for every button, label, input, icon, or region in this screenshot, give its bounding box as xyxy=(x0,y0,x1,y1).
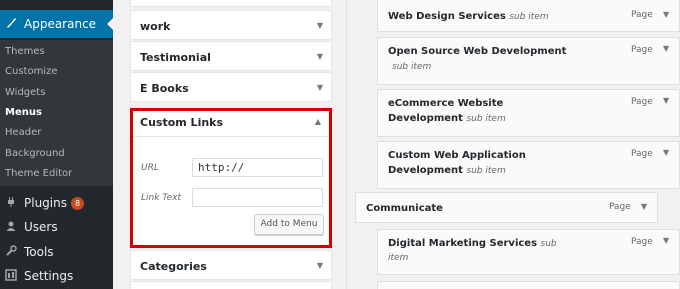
menu-item-title: Open Source Web Development xyxy=(388,46,567,57)
triangle-down-icon[interactable]: ▼ xyxy=(641,202,647,211)
triangle-down-icon[interactable]: ▼ xyxy=(663,96,669,105)
menu-settings-label: Settings xyxy=(24,269,74,283)
triangle-down-icon[interactable]: ▼ xyxy=(317,21,323,30)
submenu-widgets[interactable]: Widgets xyxy=(5,87,45,98)
menu-appearance-label: Appearance xyxy=(24,17,97,31)
panel-categories[interactable]: Categories ▼ xyxy=(130,250,332,280)
triangle-down-icon[interactable]: ▼ xyxy=(663,148,669,157)
menu-item-open-source-web-development[interactable]: Open Source Web Development sub item Pag… xyxy=(377,37,680,85)
triangle-up-icon[interactable]: ▲ xyxy=(315,117,321,126)
panel-categories-title: Categories xyxy=(140,260,207,273)
plugins-update-count-badge: 8 xyxy=(70,196,84,210)
panel-ebooks[interactable]: E Books ▼ xyxy=(130,72,332,102)
submenu-header[interactable]: Header xyxy=(5,127,41,138)
panel-work-title: work xyxy=(140,20,171,33)
menu-item-title-text: Web Design Services xyxy=(388,11,506,22)
admin-sidebar: Appearance Themes Customize Widgets Menu… xyxy=(0,0,113,289)
add-to-menu-button[interactable]: Add to Menu xyxy=(254,214,324,235)
link-text-input[interactable] xyxy=(192,188,323,207)
menu-item-next-fragment[interactable] xyxy=(377,281,680,289)
menu-item-sub-label: sub item xyxy=(466,114,506,124)
triangle-down-icon[interactable]: ▼ xyxy=(663,10,669,19)
panel-ebooks-title: E Books xyxy=(140,82,189,95)
submenu-theme-editor[interactable]: Theme Editor xyxy=(5,168,72,179)
panel-work[interactable]: work ▼ xyxy=(130,10,332,40)
triangle-down-icon[interactable]: ▼ xyxy=(663,44,669,53)
panel-testimonial-title: Testimonial xyxy=(140,51,211,64)
menu-item-type: Page xyxy=(609,202,631,212)
submenu-themes[interactable]: Themes xyxy=(5,46,45,57)
menu-item-sub-label: sub item xyxy=(392,62,432,72)
triangle-down-icon[interactable]: ▼ xyxy=(663,236,669,245)
menu-item-ecommerce-website-development[interactable]: eCommerce Website Development sub item P… xyxy=(377,89,680,137)
menu-tools-label: Tools xyxy=(24,245,54,259)
menu-item-web-design-services[interactable]: Web Design Services sub item Page ▼ xyxy=(377,0,680,32)
menu-item-type: Page xyxy=(631,149,653,159)
menu-item-title-line1: Custom Web Application xyxy=(388,150,526,161)
panel-custom-links[interactable]: Custom Links ▲ URL http:// Link Text Add… xyxy=(130,108,332,248)
menu-item-title-text: Digital Marketing Services xyxy=(388,238,538,249)
settings-icon xyxy=(0,268,22,284)
appearance-submenu: Themes Customize Widgets Menus Header Ba… xyxy=(0,40,113,186)
column-divider xyxy=(346,0,347,289)
triangle-down-icon[interactable]: ▼ xyxy=(317,261,323,270)
submenu-background[interactable]: Background xyxy=(5,148,65,159)
link-text-label: Link Text xyxy=(141,193,182,203)
menu-item-title-line1: eCommerce Website xyxy=(388,98,504,109)
panel-above-fragment xyxy=(130,0,332,7)
paintbrush-icon xyxy=(0,17,22,32)
submenu-menus[interactable]: Menus xyxy=(5,107,42,118)
wrench-icon xyxy=(0,244,22,260)
plug-icon xyxy=(0,196,22,211)
menu-item-title-line2: Development xyxy=(388,165,463,176)
menu-item-title-line2: Development xyxy=(388,113,463,124)
menu-item-type: Page xyxy=(631,45,653,55)
triangle-down-icon[interactable]: ▼ xyxy=(317,52,323,61)
menu-item-communicate[interactable]: Communicate Page ▼ xyxy=(355,192,658,223)
menu-item-title: Communicate xyxy=(366,203,443,214)
url-input[interactable]: http:// xyxy=(192,158,323,177)
triangle-down-icon[interactable]: ▼ xyxy=(317,83,323,92)
user-icon xyxy=(0,220,22,235)
menu-item-title: Digital Marketing Services sub xyxy=(388,236,557,252)
menu-settings[interactable]: Settings xyxy=(0,262,113,289)
menu-users-label: Users xyxy=(24,220,58,234)
panel-custom-links-title: Custom Links xyxy=(140,116,224,129)
url-label: URL xyxy=(141,163,159,173)
menu-item-title: Custom Web Application Development sub i… xyxy=(388,148,526,179)
menu-item-custom-web-application-development[interactable]: Custom Web Application Development sub i… xyxy=(377,141,680,189)
menu-item-sub-label: sub xyxy=(540,239,557,249)
panel-below-fragment xyxy=(130,281,332,289)
panel-testimonial[interactable]: Testimonial ▼ xyxy=(130,41,332,71)
menu-item-digital-marketing-services[interactable]: Digital Marketing Services sub item Page… xyxy=(377,229,680,275)
menu-item-type: Page xyxy=(631,10,653,20)
menu-item-type: Page xyxy=(631,97,653,107)
menu-appearance[interactable]: Appearance xyxy=(0,10,113,38)
panel-divider xyxy=(133,136,329,137)
menu-item-title: eCommerce Website Development sub item xyxy=(388,96,506,127)
menu-item-sub-label: sub item xyxy=(466,166,506,176)
menu-item-sub-label: sub item xyxy=(509,12,549,22)
menu-plugins-label: Plugins xyxy=(24,196,67,210)
menu-item-sub-label-line2: item xyxy=(388,253,409,263)
menu-item-type: Page xyxy=(631,237,653,247)
submenu-customize[interactable]: Customize xyxy=(5,66,58,77)
menu-item-title: Web Design Services sub item xyxy=(388,9,549,25)
menu-users[interactable]: Users xyxy=(0,213,113,241)
